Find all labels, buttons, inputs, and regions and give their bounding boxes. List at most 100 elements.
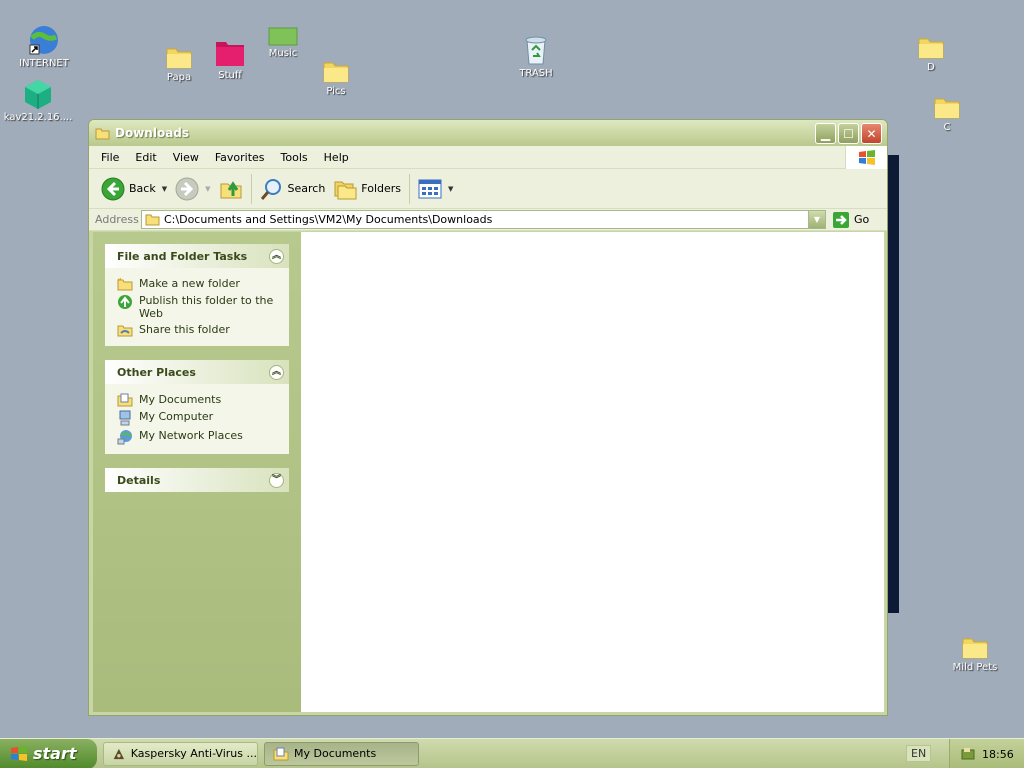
menu-edit[interactable]: Edit bbox=[127, 151, 164, 164]
window-title: Downloads bbox=[115, 126, 190, 140]
address-input[interactable]: C:\Documents and Settings\VM2\My Documen… bbox=[141, 210, 826, 229]
share-folder-icon bbox=[117, 325, 133, 337]
close-button[interactable]: ✕ bbox=[861, 123, 882, 144]
system-tray: 18:56 bbox=[949, 739, 1024, 768]
folder-icon bbox=[95, 128, 110, 139]
kaspersky-icon bbox=[113, 748, 125, 759]
language-indicator[interactable]: EN bbox=[906, 745, 932, 762]
desktop-icon-label: Stuff bbox=[218, 70, 242, 81]
windows-logo-icon bbox=[845, 146, 887, 169]
clock[interactable]: 18:56 bbox=[982, 748, 1014, 761]
up-folder-button[interactable] bbox=[215, 173, 247, 205]
link-label: My Network Places bbox=[139, 429, 243, 442]
taskbar-button-kaspersky[interactable]: Kaspersky Anti-Virus ... bbox=[103, 741, 258, 766]
link-label: My Computer bbox=[139, 410, 214, 423]
task-label: Kaspersky Anti-Virus ... bbox=[130, 747, 257, 760]
menu-favorites[interactable]: Favorites bbox=[207, 151, 273, 164]
menu-tools[interactable]: Tools bbox=[273, 151, 316, 164]
my-documents-icon bbox=[117, 393, 133, 407]
link-label: Share this folder bbox=[139, 323, 230, 336]
forward-button[interactable]: ▼ bbox=[171, 173, 214, 205]
link-label: Publish this folder to the Web bbox=[139, 294, 274, 320]
start-label: start bbox=[33, 744, 77, 763]
file-folder-tasks-panel: File and Folder Tasks ︽ Make a new folde… bbox=[105, 244, 289, 346]
collapse-chevron-icon[interactable]: ︽ bbox=[269, 248, 284, 264]
desktop-icon-label: C bbox=[943, 122, 951, 133]
title-bar[interactable]: Downloads ▁ ☐ ✕ bbox=[89, 120, 887, 146]
chevron-down-icon: ▼ bbox=[813, 215, 821, 224]
desktop-icon-label: TRASH bbox=[519, 68, 553, 79]
desktop-icon-trash[interactable]: TRASH bbox=[498, 34, 574, 79]
search-label: Search bbox=[287, 182, 326, 195]
search-icon bbox=[260, 178, 281, 200]
link-label: My Documents bbox=[139, 393, 222, 406]
go-button[interactable]: Go bbox=[832, 211, 869, 229]
panel-body: Make a new folder Publish this folder to… bbox=[105, 268, 289, 346]
desktop-icon-kav[interactable]: kav21.2.16.... bbox=[0, 78, 76, 123]
taskbar-button-my-documents[interactable]: My Documents bbox=[264, 741, 419, 766]
go-arrow-icon bbox=[833, 211, 849, 228]
panel-title: File and Folder Tasks bbox=[117, 249, 248, 263]
pink-folder-icon bbox=[216, 42, 244, 66]
folders-button[interactable]: Folders bbox=[329, 173, 405, 205]
start-button[interactable]: start bbox=[0, 738, 97, 768]
address-bar: Address C:\Documents and Settings\VM2\My… bbox=[89, 209, 887, 231]
panel-title: Other Places bbox=[117, 365, 196, 379]
minimize-button[interactable]: ▁ bbox=[815, 123, 836, 144]
up-folder-icon bbox=[220, 180, 241, 198]
folder-icon bbox=[918, 38, 944, 59]
my-network-places-link[interactable]: My Network Places bbox=[117, 429, 281, 445]
new-folder-icon bbox=[117, 277, 133, 291]
expand-chevron-icon[interactable]: ︾ bbox=[269, 472, 284, 488]
toolbar-separator bbox=[409, 173, 411, 204]
file-list-area[interactable] bbox=[301, 232, 884, 712]
desktop-icon-label: INTERNET bbox=[19, 58, 69, 69]
panel-header[interactable]: Other Places ︽ bbox=[105, 360, 289, 384]
toolbar: Back ▼ ▼ Search Folders ▼ bbox=[89, 169, 887, 209]
tray-app-icon[interactable] bbox=[960, 746, 976, 762]
folders-icon bbox=[334, 181, 357, 199]
task-pane: File and Folder Tasks ︽ Make a new folde… bbox=[93, 232, 301, 712]
collapse-chevron-icon[interactable]: ︽ bbox=[269, 364, 284, 380]
back-arrow-icon bbox=[101, 177, 125, 200]
panel-header[interactable]: Details ︾ bbox=[105, 468, 289, 492]
chevron-down-icon[interactable]: ▼ bbox=[205, 185, 210, 193]
menu-help[interactable]: Help bbox=[316, 151, 357, 164]
details-panel: Details ︾ bbox=[105, 468, 289, 492]
my-computer-link[interactable]: My Computer bbox=[117, 410, 281, 426]
back-button[interactable]: Back ▼ bbox=[97, 173, 171, 205]
maximize-button[interactable]: ☐ bbox=[838, 123, 859, 144]
explorer-window: Downloads ▁ ☐ ✕ File Edit View Favorites… bbox=[88, 119, 888, 716]
panel-header[interactable]: File and Folder Tasks ︽ bbox=[105, 244, 289, 268]
panel-title: Details bbox=[117, 473, 161, 487]
publish-folder-link[interactable]: Publish this folder to the Web bbox=[117, 294, 281, 320]
views-button[interactable]: ▼ bbox=[414, 173, 457, 205]
desktop-icon-label: D bbox=[927, 62, 935, 73]
address-value: C:\Documents and Settings\VM2\My Documen… bbox=[164, 213, 493, 226]
green-folder-icon bbox=[268, 27, 298, 46]
address-dropdown-button[interactable]: ▼ bbox=[808, 211, 825, 228]
desktop-icon-internet[interactable]: INTERNET bbox=[6, 24, 82, 69]
chevron-down-icon[interactable]: ▼ bbox=[162, 185, 167, 193]
chevron-down-icon: ▼ bbox=[448, 184, 454, 193]
go-label: Go bbox=[854, 213, 870, 226]
folder-icon bbox=[145, 214, 160, 226]
desktop-icon-mild-pets[interactable]: Mild Pets bbox=[937, 634, 1013, 673]
window-controls: ▁ ☐ ✕ bbox=[815, 123, 882, 144]
network-places-icon bbox=[117, 430, 132, 445]
views-grid-icon bbox=[418, 179, 442, 198]
desktop-icon-pics[interactable]: Pics bbox=[298, 58, 374, 97]
my-documents-link[interactable]: My Documents bbox=[117, 393, 281, 407]
desktop-icon-d[interactable]: D bbox=[893, 34, 969, 73]
desktop-icon-c[interactable]: C bbox=[909, 94, 985, 133]
search-button[interactable]: Search bbox=[256, 173, 330, 205]
folder-icon bbox=[962, 638, 988, 659]
toolbar-separator bbox=[250, 173, 252, 204]
folder-icon bbox=[934, 98, 960, 119]
menu-file[interactable]: File bbox=[93, 151, 127, 164]
share-folder-link[interactable]: Share this folder bbox=[117, 323, 281, 337]
menu-view[interactable]: View bbox=[165, 151, 207, 164]
make-new-folder-link[interactable]: Make a new folder bbox=[117, 277, 281, 291]
recycle-bin-icon bbox=[525, 36, 547, 65]
desktop-icon-music[interactable]: Music bbox=[245, 26, 321, 59]
